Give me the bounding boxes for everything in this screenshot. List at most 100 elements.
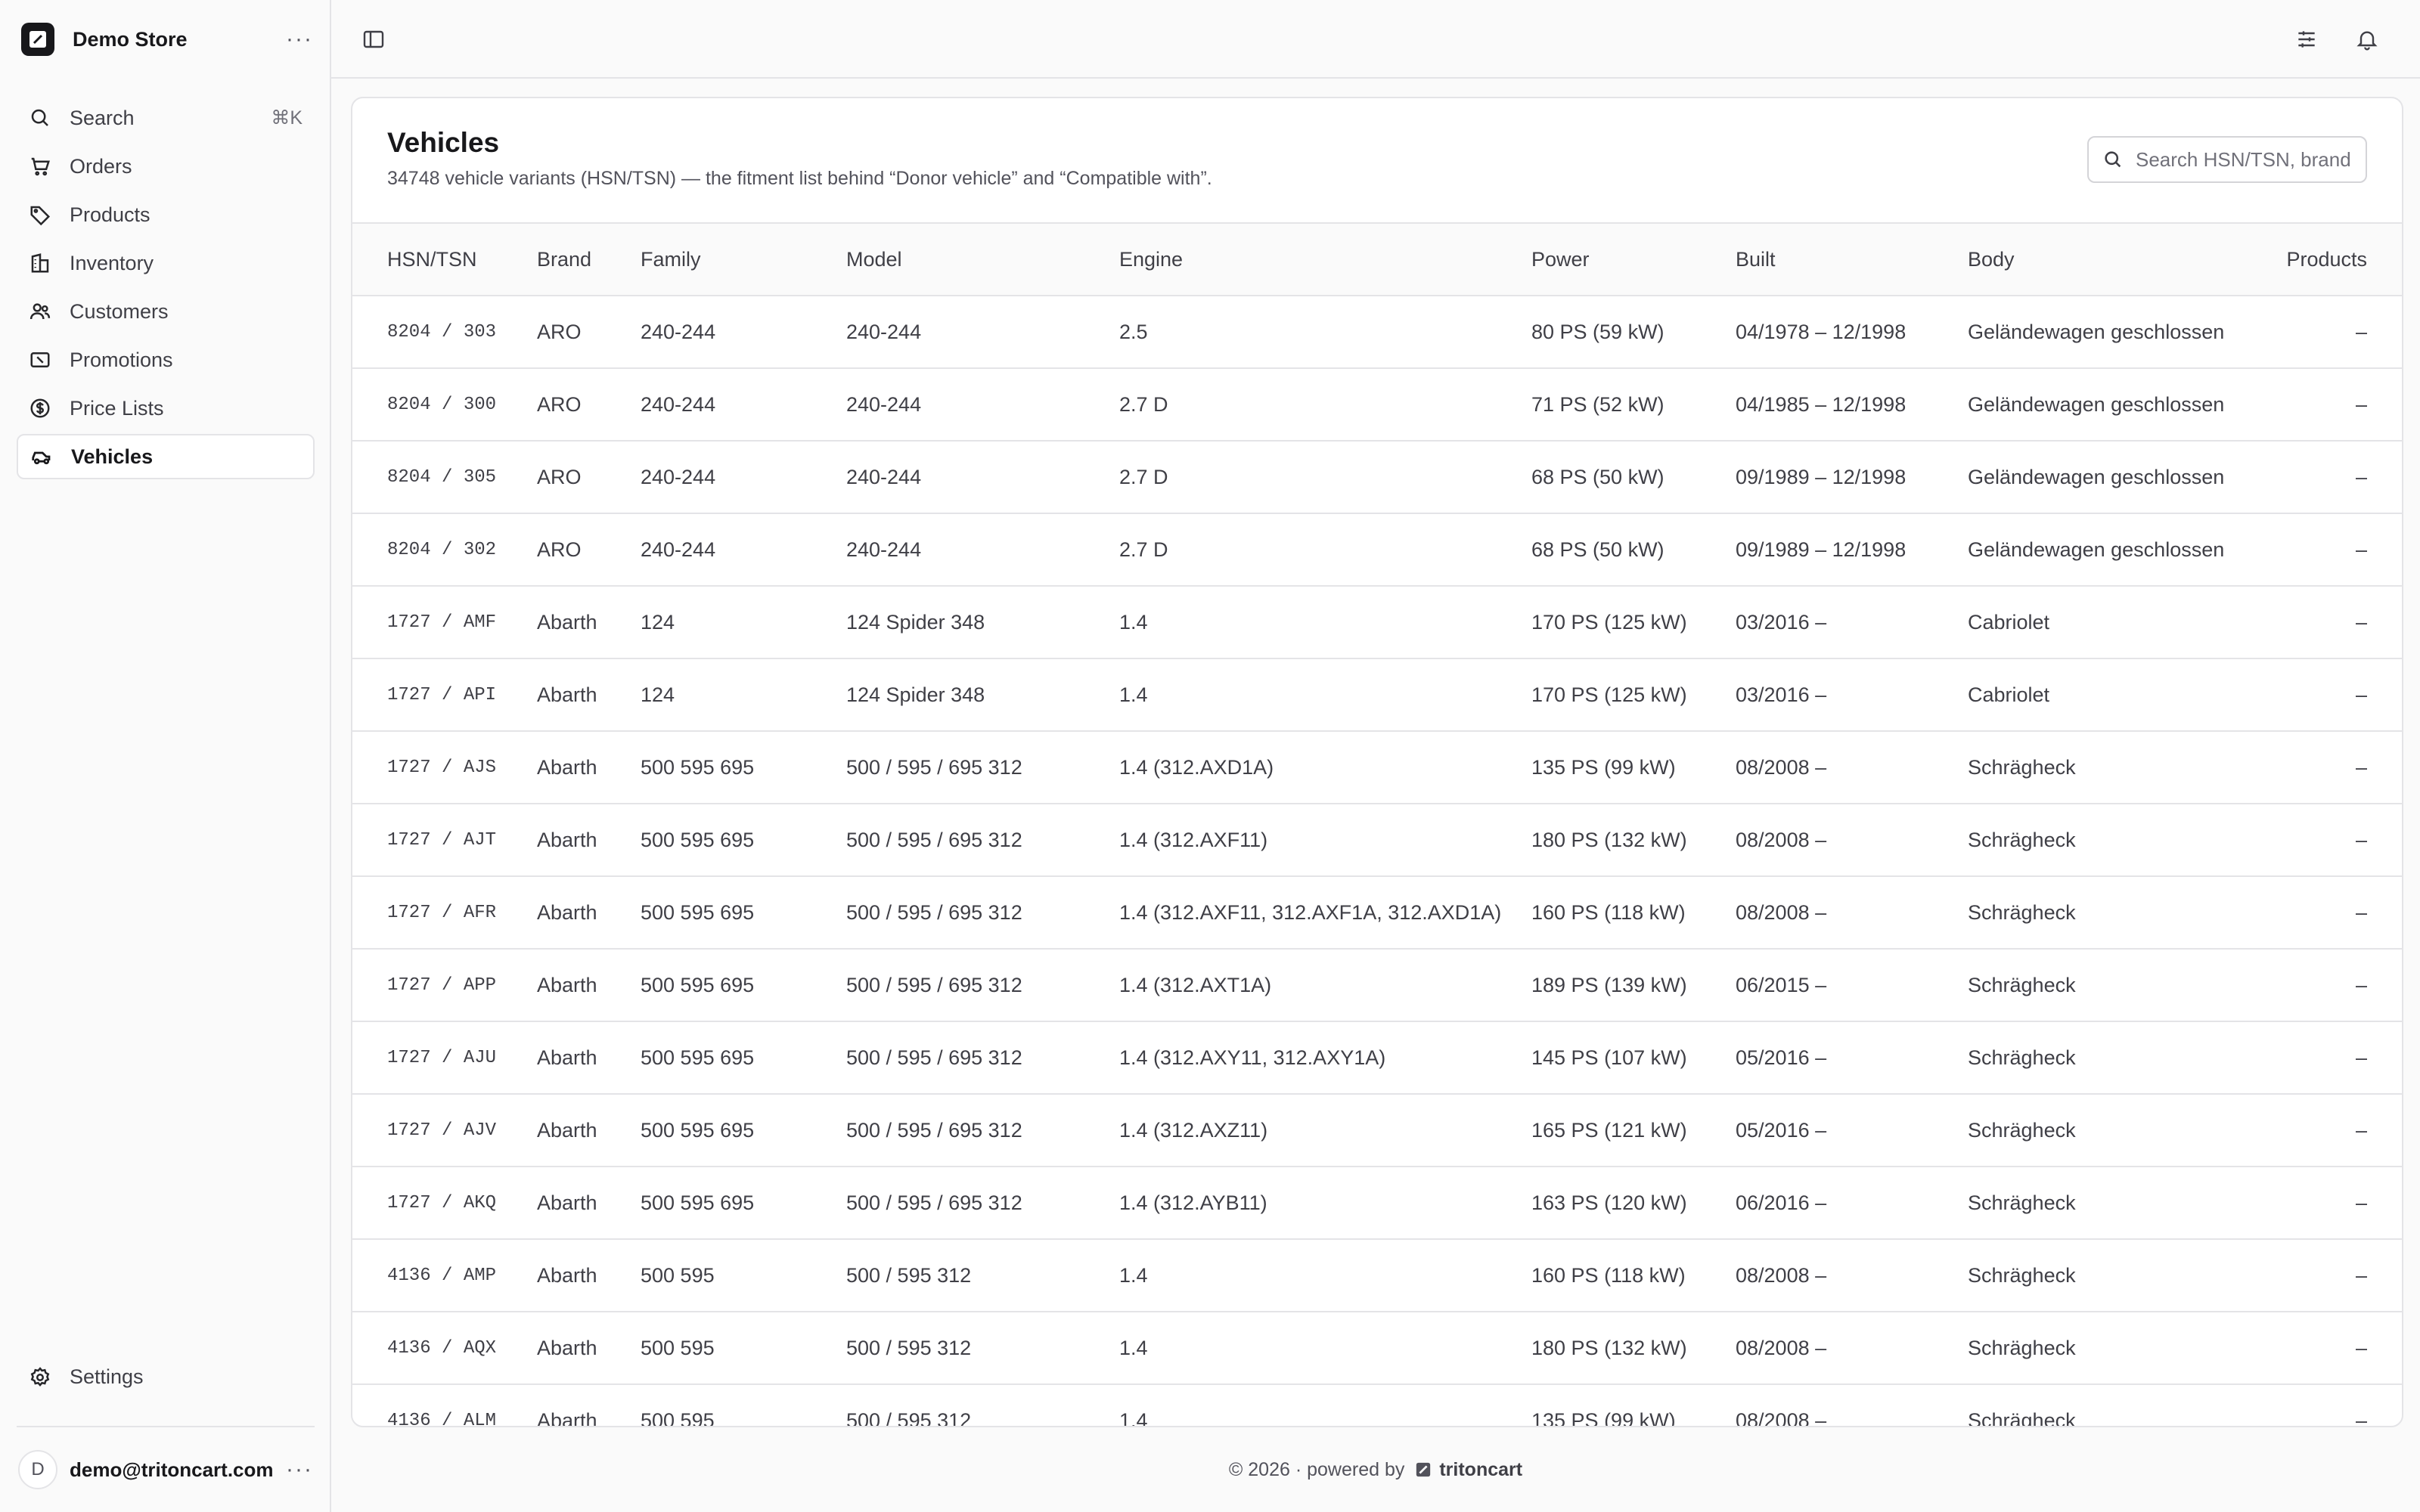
table-cell: Abarth: [537, 1312, 641, 1385]
sliders-icon[interactable]: [2290, 23, 2323, 56]
column-header: Power: [1531, 222, 1736, 296]
table-row[interactable]: 8204 / 305 ARO 240-244 240-244 2.7 D 68 PS (5…: [352, 441, 2402, 514]
table-row[interactable]: 4136 / AQX Abarth 500 595 500 / 595 312 1.4 1…: [352, 1312, 2402, 1385]
sidebar-item-price-lists[interactable]: Price Lists: [17, 386, 315, 431]
sidebar-item-inventory[interactable]: Inventory: [17, 240, 315, 286]
table-cell: 500 / 595 / 695 312: [846, 1094, 1119, 1167]
table-cell: Schrägheck: [1968, 1167, 2253, 1240]
table-cell: 71 PS (52 kW): [1531, 368, 1736, 442]
bell-icon[interactable]: [2350, 23, 2384, 56]
table-cell: –: [2253, 876, 2402, 950]
car-icon: [32, 451, 51, 465]
table-row[interactable]: 1727 / API Abarth 124 124 Spider 348 1.4 170 …: [352, 658, 2402, 732]
sidebar-item-products[interactable]: Products: [17, 192, 315, 237]
page-title: Vehicles: [387, 127, 500, 158]
table-cell: Abarth: [537, 1384, 641, 1426]
table-cell: 500 595 695: [641, 1094, 846, 1167]
table-cell: 4136 / AQX: [352, 1312, 537, 1385]
table-row[interactable]: 4136 / ALM Abarth 500 595 500 / 595 312 1.4 1…: [352, 1384, 2402, 1426]
table-row[interactable]: 1727 / APP Abarth 500 595 695 500 / 595 / 6…: [352, 949, 2402, 1022]
sidebar-item-label: Promotions: [70, 348, 173, 371]
table-cell: 500 595: [641, 1384, 846, 1426]
table-cell: –: [2253, 513, 2402, 587]
table-cell: 135 PS (99 kW): [1531, 1384, 1736, 1426]
table-cell: 240-244: [641, 296, 846, 369]
table-cell: 4136 / ALM: [352, 1384, 537, 1426]
table-cell: 1.4: [1119, 1312, 1531, 1385]
table-cell: 1727 / AKQ: [352, 1167, 537, 1240]
table-cell: 160 PS (118 kW): [1531, 876, 1736, 950]
store-menu-icon[interactable]: ···: [286, 26, 313, 52]
table-cell: ARO: [537, 368, 641, 442]
table-row[interactable]: 1727 / AJV Abarth 500 595 695 500 / 595 / 6…: [352, 1094, 2402, 1167]
table-cell: 1727 / APP: [352, 949, 537, 1022]
table-cell: 124: [641, 586, 846, 659]
gear-icon: [30, 1366, 50, 1387]
sidebar-item-settings[interactable]: Settings: [29, 1365, 144, 1389]
table-row[interactable]: 1727 / AJT Abarth 500 595 695 500 / 595 / 6…: [352, 804, 2402, 877]
table-row[interactable]: 1727 / AFR Abarth 500 595 695 500 / 595 / 6…: [352, 876, 2402, 950]
vehicle-search[interactable]: [2087, 136, 2367, 183]
table-cell: 135 PS (99 kW): [1531, 731, 1736, 804]
table-row[interactable]: 1727 / AJS Abarth 500 595 695 500 / 595 / 6…: [352, 731, 2402, 804]
table-cell: Schrägheck: [1968, 1312, 2253, 1385]
table-cell: 08/2008 –: [1736, 731, 1968, 804]
table-cell: Abarth: [537, 804, 641, 877]
topbar: [331, 0, 2420, 79]
column-header: HSN/TSN: [352, 222, 537, 296]
table-cell: –: [2253, 1312, 2402, 1385]
table-cell: –: [2253, 296, 2402, 369]
table-cell: 500 595: [641, 1312, 846, 1385]
table-cell: Abarth: [537, 1021, 641, 1095]
sidebar-item-vehicles[interactable]: Vehicles: [17, 434, 315, 479]
user-menu-icon[interactable]: ···: [286, 1457, 313, 1483]
footer: © 2026 · powered by tritoncart: [331, 1427, 2420, 1512]
table-row[interactable]: 1727 / AJU Abarth 500 595 695 500 / 595 / 6…: [352, 1021, 2402, 1095]
table-cell: Schrägheck: [1968, 1021, 2253, 1095]
table-body: 8204 / 303 ARO 240-244 240-244 2.5 80 PS (59 …: [352, 296, 2402, 1426]
user-menu[interactable]: D demo@tritoncart.com ···: [18, 1447, 313, 1492]
table-cell: –: [2253, 1021, 2402, 1095]
table-cell: 1.4 (312.AXY11, 312.AXY1A): [1119, 1021, 1531, 1095]
table-row[interactable]: 8204 / 303 ARO 240-244 240-244 2.5 80 PS (59 …: [352, 296, 2402, 369]
table-cell: –: [2253, 1094, 2402, 1167]
sidebar-toggle-icon[interactable]: [357, 23, 390, 56]
table-cell: 1.4 (312.AXF11, 312.AXF1A, 312.AXD1A): [1119, 876, 1531, 950]
table-cell: 240-244: [846, 513, 1119, 587]
column-header: Model: [846, 222, 1119, 296]
table-row[interactable]: 1727 / AKQ Abarth 500 595 695 500 / 595 / 6…: [352, 1167, 2402, 1240]
table-row[interactable]: 1727 / AMF Abarth 124 124 Spider 348 1.4 170 …: [352, 586, 2402, 659]
sidebar-item-search[interactable]: Search ⌘K: [17, 95, 315, 141]
table-cell: 1727 / AJU: [352, 1021, 537, 1095]
search-shortcut: ⌘K: [271, 107, 302, 129]
table-row[interactable]: 4136 / AMP Abarth 500 595 500 / 595 312 1.4 1…: [352, 1239, 2402, 1312]
table-cell: 1.4: [1119, 1239, 1531, 1312]
tritoncart-logo-icon: [1416, 1462, 1431, 1477]
users-icon: [29, 303, 51, 320]
table-cell: 1727 / API: [352, 658, 537, 732]
user-email: demo@tritoncart.com: [70, 1458, 274, 1481]
store-name: Demo Store: [73, 27, 188, 51]
table-cell: 05/2016 –: [1736, 1094, 1968, 1167]
store-logo-icon: [21, 23, 54, 56]
table-row[interactable]: 8204 / 302 ARO 240-244 240-244 2.7 D 68 PS (5…: [352, 513, 2402, 587]
table-cell: 180 PS (132 kW): [1531, 1312, 1736, 1385]
sidebar-item-label: Search: [70, 106, 135, 129]
table-row[interactable]: 8204 / 300 ARO 240-244 240-244 2.7 D 71 PS (5…: [352, 368, 2402, 442]
store-switcher[interactable]: Demo Store ···: [21, 18, 313, 60]
table-cell: 170 PS (125 kW): [1531, 658, 1736, 732]
sidebar-item-orders[interactable]: Orders: [17, 144, 315, 189]
footer-brand[interactable]: tritoncart: [1439, 1459, 1522, 1481]
table-cell: 04/1985 – 12/1998: [1736, 368, 1968, 442]
ticket-icon: [30, 352, 50, 367]
sidebar-item-customers[interactable]: Customers: [17, 289, 315, 334]
dollar-icon: [30, 398, 50, 418]
table-cell: 240-244: [846, 296, 1119, 369]
sidebar-item-promotions[interactable]: Promotions: [17, 337, 315, 383]
table-cell: Schrägheck: [1968, 1094, 2253, 1167]
table-cell: 8204 / 303: [352, 296, 537, 369]
search-input[interactable]: [2134, 147, 2356, 172]
table-cell: 180 PS (132 kW): [1531, 804, 1736, 877]
table-cell: –: [2253, 658, 2402, 732]
table-cell: 68 PS (50 kW): [1531, 441, 1736, 514]
